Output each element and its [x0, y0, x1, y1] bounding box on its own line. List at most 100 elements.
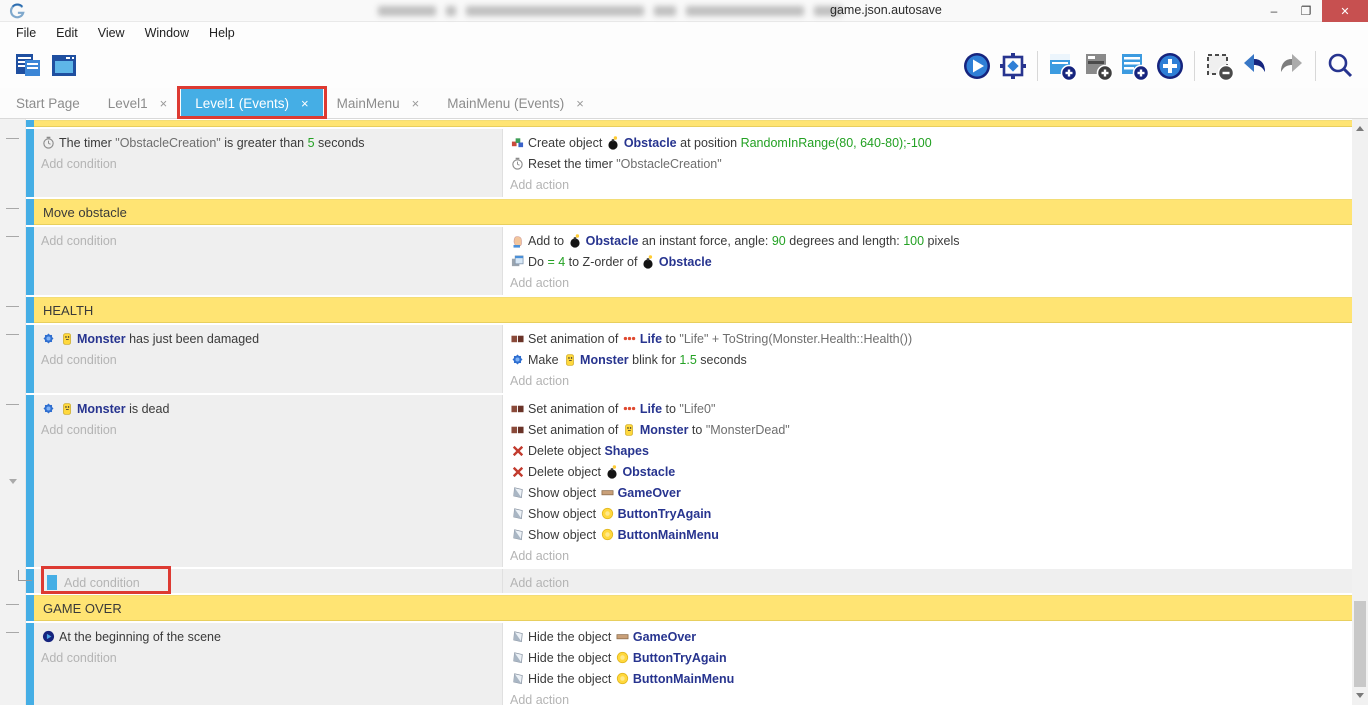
vertical-scrollbar[interactable] [1352, 119, 1368, 705]
action-row[interactable]: Hide the object GameOver [503, 626, 1352, 647]
scroll-down-icon[interactable] [1356, 693, 1364, 698]
restore-button[interactable]: ❐ [1290, 0, 1322, 22]
action-row[interactable]: Hide the object ButtonMainMenu [503, 668, 1352, 689]
comment-row-health[interactable]: HEALTH [26, 297, 1352, 323]
restore-icon: ❐ [1301, 4, 1312, 18]
search-button[interactable] [1322, 48, 1358, 84]
action-row[interactable]: Set animation of Life to "Life0" [503, 398, 1352, 419]
action-row[interactable]: Create object Obstacle at position Rando… [503, 132, 1352, 153]
visibility-icon [510, 671, 525, 686]
placeholder-label: Add action [510, 693, 569, 705]
action-row[interactable]: Delete object Shapes [503, 440, 1352, 461]
add-action-button[interactable]: Add action [503, 572, 1352, 593]
title-bar: game.json.autosave – ❐ ✕ [0, 0, 1368, 22]
add-action-button[interactable]: Add action [503, 370, 1352, 391]
condition-row[interactable]: Monster has just been damaged [34, 328, 502, 349]
action-row[interactable]: Show object GameOver [503, 482, 1352, 503]
action-row[interactable]: Add to Obstacle an instant force, angle:… [503, 230, 1352, 251]
tab-mainmenu-events[interactable]: MainMenu (Events) × [433, 88, 598, 118]
object-name: ButtonMainMenu [633, 672, 734, 686]
add-item-button[interactable] [1152, 48, 1188, 84]
start-page-button[interactable] [46, 48, 82, 84]
add-action-button[interactable]: Add action [503, 272, 1352, 293]
object-name: Monster [77, 402, 126, 416]
add-condition-button[interactable]: Add condition [34, 419, 502, 440]
project-manager-icon [13, 51, 43, 81]
menu-file[interactable]: File [6, 26, 46, 40]
scrollbar-thumb[interactable] [1354, 601, 1366, 687]
conditions-cell: Add condition [34, 569, 503, 593]
add-action-button[interactable]: Add action [503, 689, 1352, 705]
object-name: ButtonTryAgain [633, 651, 727, 665]
preview-button[interactable] [959, 48, 995, 84]
add-event-button[interactable] [1044, 48, 1080, 84]
tab-mainmenu[interactable]: MainMenu × [323, 88, 434, 118]
tab-start-page[interactable]: Start Page [2, 88, 94, 118]
tab-close-icon[interactable]: × [576, 96, 584, 111]
text-segment: Reset the timer [528, 157, 616, 171]
add-condition-button[interactable]: Add condition [34, 647, 502, 668]
action-row[interactable]: Reset the timer "ObstacleCreation" [503, 153, 1352, 174]
action-row[interactable]: Delete object Obstacle [503, 461, 1352, 482]
add-condition-button[interactable]: Add condition [34, 349, 502, 370]
action-row[interactable]: Make Monster blink for 1.5 seconds [503, 349, 1352, 370]
action-row[interactable]: Set animation of Life to "Life" + ToStri… [503, 328, 1352, 349]
string-segment: "ObstacleCreation" [115, 136, 220, 150]
tab-level1-events[interactable]: Level1 (Events) × [181, 88, 322, 118]
behavior-gear-icon [41, 401, 56, 416]
event-selection-bar [26, 395, 34, 567]
menu-edit[interactable]: Edit [46, 26, 88, 40]
timer-icon [41, 135, 56, 150]
add-comment-button[interactable] [1116, 48, 1152, 84]
string-segment: "Life0" [679, 402, 715, 416]
menu-help[interactable]: Help [199, 26, 245, 40]
tab-level1[interactable]: Level1 × [94, 88, 181, 118]
debug-button[interactable] [995, 48, 1031, 84]
comment-row-game-over[interactable]: GAME OVER [26, 595, 1352, 621]
monster-object-icon [622, 422, 637, 437]
add-subevent-button[interactable] [1080, 48, 1116, 84]
comment-text: Move obstacle [43, 205, 127, 220]
action-row[interactable]: Do = 4 to Z-order of Obstacle [503, 251, 1352, 272]
tab-close-icon[interactable]: × [412, 96, 420, 111]
delete-event-button[interactable] [1201, 48, 1237, 84]
redo-button[interactable] [1273, 48, 1309, 84]
undo-button[interactable] [1237, 48, 1273, 84]
menu-window[interactable]: Window [135, 26, 199, 40]
text-segment: blink for [629, 353, 680, 367]
window-icon [49, 51, 79, 81]
text-segment: Show object [528, 486, 600, 500]
project-manager-button[interactable] [10, 48, 46, 84]
drop-indicator [47, 575, 57, 590]
close-button[interactable]: ✕ [1322, 0, 1368, 22]
add-condition-button[interactable]: Add condition [34, 572, 502, 593]
menu-view[interactable]: View [88, 26, 135, 40]
action-row[interactable]: Set animation of Monster to "MonsterDead… [503, 419, 1352, 440]
obstacle-object-icon [641, 254, 656, 269]
tab-close-icon[interactable]: × [160, 96, 168, 111]
event-selection-bar [26, 623, 34, 705]
text-segment: is dead [126, 402, 170, 416]
add-condition-button[interactable]: Add condition [34, 153, 502, 174]
minimize-icon: – [1271, 4, 1278, 18]
action-row[interactable]: Show object ButtonTryAgain [503, 503, 1352, 524]
action-row[interactable]: Hide the object ButtonTryAgain [503, 647, 1352, 668]
condition-row[interactable]: The timer "ObstacleCreation" is greater … [34, 132, 502, 153]
button-object-icon [600, 527, 615, 542]
minimize-button[interactable]: – [1258, 0, 1290, 22]
obstacle-object-icon [568, 233, 583, 248]
condition-row[interactable]: At the beginning of the scene [34, 626, 502, 647]
add-action-button[interactable]: Add action [503, 545, 1352, 566]
comment-row-move-obstacle[interactable]: Move obstacle [26, 199, 1352, 225]
search-icon [1325, 51, 1355, 81]
scroll-up-icon[interactable] [1356, 126, 1364, 131]
tab-close-icon[interactable]: × [301, 96, 309, 111]
action-row[interactable]: Show object ButtonMainMenu [503, 524, 1352, 545]
number-segment: 100 [903, 234, 924, 248]
comment-row-partial[interactable] [26, 120, 1352, 127]
gameover-object-icon [615, 629, 630, 644]
add-condition-button[interactable]: Add condition [34, 230, 502, 251]
condition-row[interactable]: Monster is dead [34, 398, 502, 419]
add-action-button[interactable]: Add action [503, 174, 1352, 195]
event-selection-bar [26, 129, 34, 197]
